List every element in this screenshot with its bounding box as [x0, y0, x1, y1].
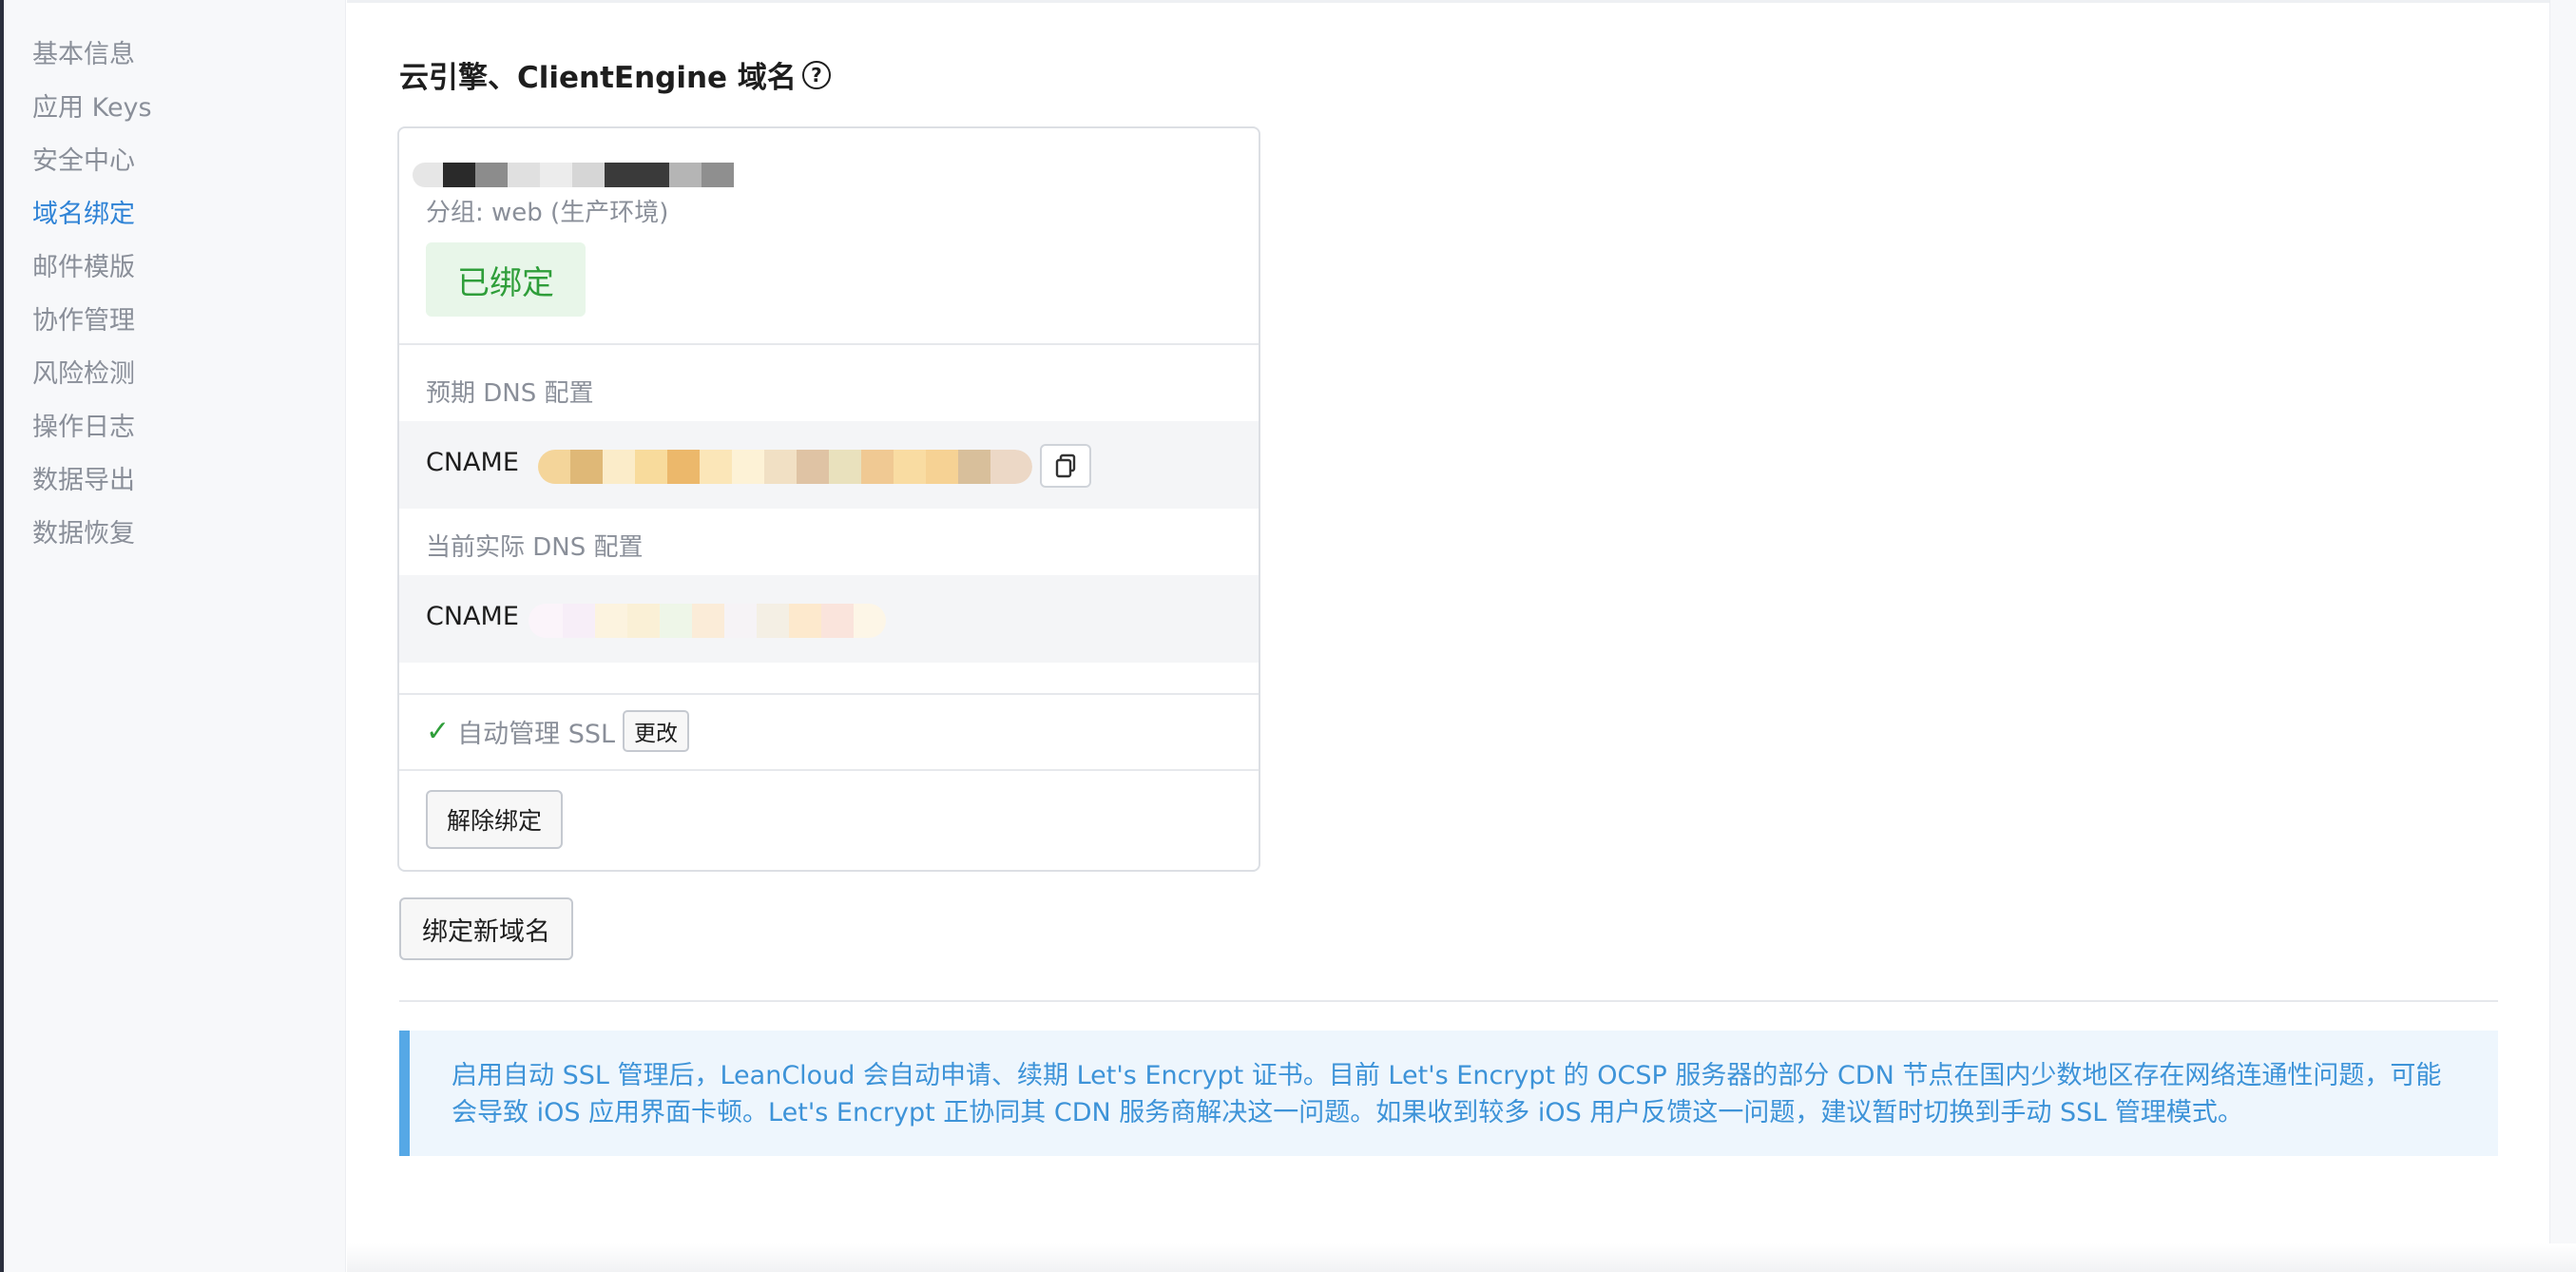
sidebar-item-data-restore[interactable]: 数据恢复 — [32, 515, 135, 553]
sidebar-item-basic-info[interactable]: 基本信息 — [32, 36, 135, 74]
sidebar-item-domain-binding[interactable]: 域名绑定 — [32, 196, 135, 234]
redacted-expected-cname — [538, 450, 1032, 484]
status-badge: 已绑定 — [426, 242, 586, 317]
expected-dns-label: 预期 DNS 配置 — [426, 379, 594, 408]
ssl-change-button[interactable]: 更改 — [623, 710, 690, 752]
settings-sidebar: 基本信息 应用 Keys 安全中心 域名绑定 邮件模版 协作管理 风险检测 操作… — [4, 0, 346, 1272]
actual-record-type: CNAME — [426, 602, 519, 631]
sidebar-item-risk-detection[interactable]: 风险检测 — [32, 356, 135, 394]
section-divider — [399, 1000, 2498, 1002]
scrollbar-track[interactable] — [2549, 0, 2576, 1272]
actual-dns-label: 当前实际 DNS 配置 — [426, 533, 644, 562]
sidebar-item-email-templates[interactable]: 邮件模版 — [32, 249, 135, 287]
sidebar-item-data-export[interactable]: 数据导出 — [32, 462, 135, 500]
divider — [399, 769, 1259, 771]
check-icon: ✓ — [426, 714, 451, 748]
redacted-domain — [413, 163, 734, 187]
unbind-button[interactable]: 解除绑定 — [426, 790, 564, 849]
redacted-actual-cname — [529, 604, 886, 638]
expected-record-type: CNAME — [426, 448, 519, 477]
divider — [399, 343, 1259, 345]
group-label: 分组: web (生产环境) — [426, 199, 669, 227]
section-title-text: 云引擎、ClientEngine 域名 — [399, 61, 797, 95]
bind-new-domain-button[interactable]: 绑定新域名 — [399, 897, 573, 960]
ssl-notice-text: 启用自动 SSL 管理后，LeanCloud 会自动申请、续期 Let's En… — [452, 1061, 2442, 1127]
top-border — [347, 0, 2576, 3]
sidebar-item-security[interactable]: 安全中心 — [32, 143, 135, 181]
sidebar-item-collaboration[interactable]: 协作管理 — [32, 302, 135, 340]
copy-button[interactable] — [1040, 444, 1091, 488]
domain-card: 分组: web (生产环境) 已绑定 预期 DNS 配置 CNAME 当前实际 … — [397, 126, 1260, 872]
question-circle-icon[interactable]: ? — [801, 60, 831, 89]
divider — [399, 693, 1259, 695]
expected-dns-row: CNAME — [399, 421, 1259, 509]
ssl-notice: 启用自动 SSL 管理后，LeanCloud 会自动申请、续期 Let's En… — [399, 1031, 2498, 1156]
sidebar-item-operation-logs[interactable]: 操作日志 — [32, 409, 135, 447]
ssl-label: 自动管理 SSL — [457, 719, 616, 749]
copy-icon — [1055, 453, 1076, 478]
ssl-row: ✓ 自动管理 SSL 更改 — [426, 710, 690, 752]
sidebar-item-app-keys[interactable]: 应用 Keys — [32, 89, 152, 127]
section-title: 云引擎、ClientEngine 域名 ? — [399, 53, 831, 96]
bottom-fade — [347, 1243, 2576, 1272]
actual-dns-row: CNAME — [399, 575, 1259, 663]
